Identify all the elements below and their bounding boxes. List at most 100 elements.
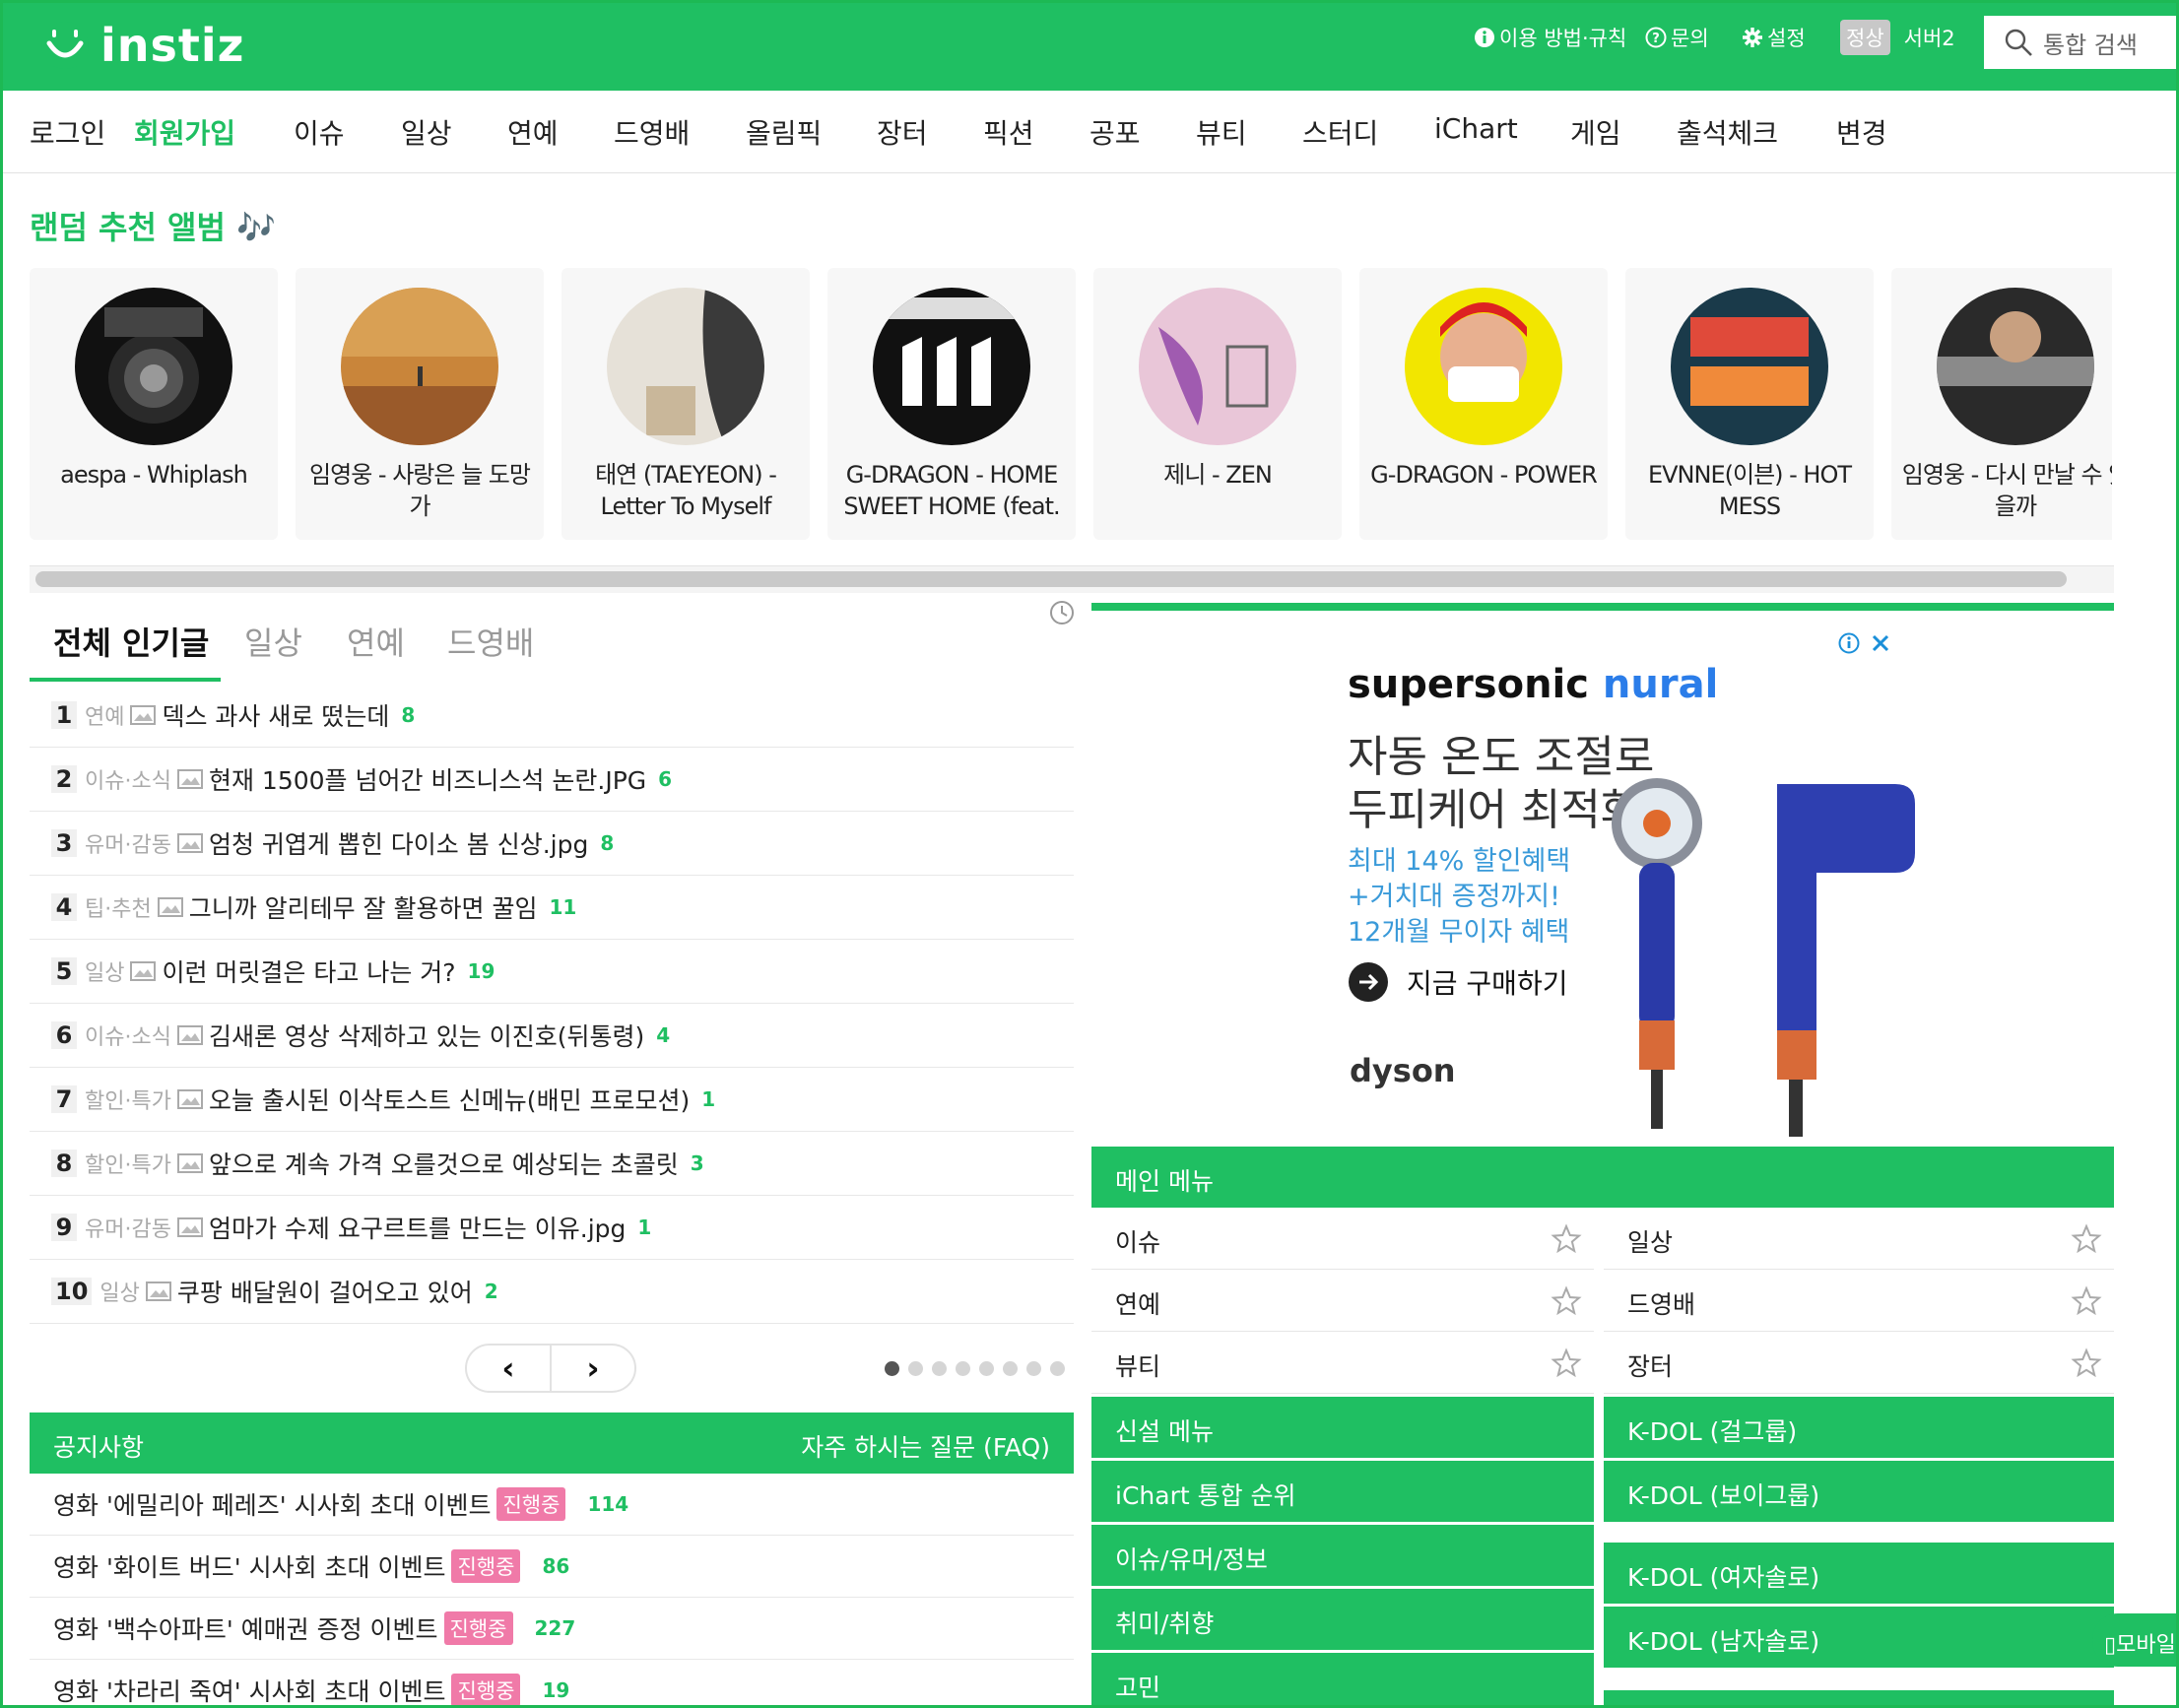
star-icon[interactable] <box>1551 1223 1582 1255</box>
ad-close-icon[interactable] <box>1870 632 1891 654</box>
album-card[interactable]: G-DRAGON - POWER <box>1359 268 1608 540</box>
tab-entertainment[interactable]: 연예 <box>347 619 405 664</box>
nav-issue[interactable]: 이슈 <box>294 112 345 152</box>
comment-count: 227 <box>534 1616 576 1640</box>
in-progress-badge: 진행중 <box>451 1549 521 1583</box>
pager-next-button[interactable]: › <box>552 1346 634 1391</box>
page-dot[interactable] <box>908 1361 923 1376</box>
page-dot[interactable] <box>1003 1361 1018 1376</box>
list-item[interactable]: 10 일상 쿠팡 배달원이 걸어오고 있어 2 <box>30 1260 1074 1324</box>
list-item[interactable]: 영화 '차라리 죽여' 시사회 초대 이벤트 진행중 19 <box>30 1660 1074 1708</box>
page-dot[interactable] <box>932 1361 947 1376</box>
menu-group-kdol-male-solo[interactable]: K-DOL (남자솔로) <box>1604 1607 2114 1668</box>
list-item[interactable]: 3 유머·감동 엄청 귀엽게 뽑힌 다이소 봄 신상.jpg 8 <box>30 812 1074 876</box>
album-scrollbar[interactable] <box>35 571 2067 587</box>
advertisement[interactable]: supersonic nural 자동 온도 조절로 두피케어 최적화 최대 1… <box>1091 611 2114 1147</box>
star-icon[interactable] <box>2071 1223 2102 1255</box>
album-cover <box>1671 288 1828 445</box>
list-item[interactable]: 1 연예 덱스 과사 새로 떴는데 8 <box>30 684 1074 748</box>
site-logo[interactable]: instiz <box>39 14 244 77</box>
menu-group-worry[interactable]: 고민 <box>1091 1653 1594 1708</box>
nav-fiction[interactable]: 픽션 <box>983 112 1034 152</box>
post-category: 이슈·소식 <box>85 769 171 794</box>
nav-ichart[interactable]: iChart <box>1434 112 1518 145</box>
ad-buy-button[interactable]: 지금 구매하기 <box>1348 961 1567 1003</box>
list-item[interactable]: 영화 '에밀리아 페레즈' 시사회 초대 이벤트 진행중 114 <box>30 1474 1074 1536</box>
menu-item-issue[interactable]: 이슈 <box>1091 1208 1594 1270</box>
menu-item-label: 연예 <box>1115 1290 1161 1319</box>
menu-item-market[interactable]: 장터 <box>1604 1332 2114 1394</box>
page-dot[interactable] <box>979 1361 994 1376</box>
nav-daily[interactable]: 일상 <box>401 112 452 152</box>
nav-olympic[interactable]: 올림픽 <box>746 112 822 152</box>
menu-group-kdol-girlgroup[interactable]: K-DOL (걸그룹) <box>1604 1397 2114 1458</box>
menu-group-hobby[interactable]: 취미/취향 <box>1091 1589 1594 1650</box>
nav-entertainment[interactable]: 연예 <box>507 112 559 152</box>
list-item[interactable]: 5 일상 이런 머릿결은 타고 나는 거? 19 <box>30 940 1074 1004</box>
tab-drama[interactable]: 드영배 <box>447 619 534 664</box>
page-dot[interactable] <box>1050 1361 1065 1376</box>
nav-beauty[interactable]: 뷰티 <box>1196 112 1247 152</box>
menu-group-partial[interactable] <box>1604 1690 2114 1708</box>
album-card[interactable]: aespa - Whiplash <box>30 268 278 540</box>
list-item[interactable]: 8 할인·특가 앞으로 계속 가격 오를것으로 예상되는 초콜릿 3 <box>30 1132 1074 1196</box>
star-icon[interactable] <box>1551 1285 1582 1317</box>
list-item[interactable]: 9 유머·감동 엄마가 수제 요구르트를 만드는 이유.jpg 1 <box>30 1196 1074 1260</box>
inquiry-link[interactable]: ? 문의 <box>1645 20 1709 55</box>
mobile-view-button[interactable]: ▯모바일 <box>2092 1613 2179 1667</box>
menu-item-daily[interactable]: 일상 <box>1604 1208 2114 1270</box>
settings-link[interactable]: 설정 <box>1742 20 1806 55</box>
nav-drama[interactable]: 드영배 <box>614 112 690 152</box>
star-icon[interactable] <box>2071 1347 2102 1379</box>
menu-group-kdol-boygroup[interactable]: K-DOL (보이그룹) <box>1604 1461 2114 1522</box>
list-item[interactable]: 영화 '화이트 버드' 시사회 초대 이벤트 진행중 86 <box>30 1536 1074 1598</box>
nav-game[interactable]: 게임 <box>1570 112 1621 152</box>
menu-item-drama[interactable]: 드영배 <box>1604 1270 2114 1332</box>
pager-prev-button[interactable]: ‹ <box>467 1346 552 1391</box>
menu-item-label: 이슈 <box>1115 1228 1161 1257</box>
album-card[interactable]: 태연 (TAEYEON) - Letter To Myself <box>561 268 810 540</box>
menu-group-kdol-female-solo[interactable]: K-DOL (여자솔로) <box>1604 1543 2114 1604</box>
menu-group-new[interactable]: 신설 메뉴 <box>1091 1397 1594 1458</box>
menu-item-beauty[interactable]: 뷰티 <box>1091 1332 1594 1394</box>
search-placeholder: 통합 검색 <box>2043 31 2138 59</box>
list-item[interactable]: 7 할인·특가 오늘 출시된 이삭토스트 신메뉴(배민 프로모션) 1 <box>30 1068 1074 1132</box>
nav-attendance[interactable]: 출석체크 <box>1677 112 1778 152</box>
menu-group-issue-humor[interactable]: 이슈/유머/정보 <box>1091 1525 1594 1586</box>
page-dot[interactable] <box>885 1361 899 1376</box>
menu-group-ichart[interactable]: iChart 통합 순위 <box>1091 1461 1594 1522</box>
arrow-right-icon <box>1349 962 1388 1002</box>
list-item[interactable]: 영화 '백수아파트' 예매권 증정 이벤트 진행중 227 <box>30 1598 1074 1660</box>
album-card[interactable]: 임영웅 - 다시 만날 수 있을까 <box>1891 268 2112 540</box>
rules-link[interactable]: 이용 방법·규칙 <box>1474 20 1626 55</box>
page-dot[interactable] <box>1026 1361 1041 1376</box>
album-card[interactable]: 제니 - ZEN <box>1093 268 1342 540</box>
nav-study[interactable]: 스터디 <box>1302 112 1378 152</box>
rank-number: 2 <box>51 765 77 793</box>
menu-item-entertainment[interactable]: 연예 <box>1091 1270 1594 1332</box>
nav-change[interactable]: 변경 <box>1836 112 1887 152</box>
star-icon[interactable] <box>1551 1347 1582 1379</box>
ad-info-icon[interactable] <box>1838 632 1860 654</box>
faq-link[interactable]: 자주 하시는 질문 (FAQ) <box>801 1428 1050 1464</box>
album-card[interactable]: EVNNE(이븐) - HOT MESS <box>1625 268 1874 540</box>
nav-market[interactable]: 장터 <box>877 112 928 152</box>
tab-daily[interactable]: 일상 <box>244 619 302 664</box>
album-card[interactable]: G-DRAGON - HOME SWEET HOME (feat. ... <box>827 268 1076 540</box>
nav-signup[interactable]: 회원가입 <box>134 112 235 152</box>
comment-count: 8 <box>600 831 615 855</box>
tab-all-popular[interactable]: 전체 인기글 <box>53 619 209 664</box>
rank-number: 4 <box>51 893 77 921</box>
list-item[interactable]: 6 이슈·소식 김새론 영상 삭제하고 있는 이진호(뒤통령) 4 <box>30 1004 1074 1068</box>
notice-title[interactable]: 공지사항 <box>53 1428 144 1464</box>
star-icon[interactable] <box>2071 1285 2102 1317</box>
list-item[interactable]: 4 팁·추천 그니까 알리테무 잘 활용하면 꿀임 11 <box>30 876 1074 940</box>
comment-count: 4 <box>656 1023 671 1047</box>
album-card[interactable]: 임영웅 - 사랑은 늘 도망가 <box>296 268 544 540</box>
page-dot[interactable] <box>956 1361 970 1376</box>
search-input[interactable]: 통합 검색 <box>1984 16 2179 69</box>
nav-horror[interactable]: 공포 <box>1090 112 1141 152</box>
list-item[interactable]: 2 이슈·소식 현재 1500플 넘어간 비즈니스석 논란.JPG 6 <box>30 748 1074 812</box>
nav-login[interactable]: 로그인 <box>30 112 105 152</box>
clock-icon[interactable] <box>1048 599 1076 626</box>
